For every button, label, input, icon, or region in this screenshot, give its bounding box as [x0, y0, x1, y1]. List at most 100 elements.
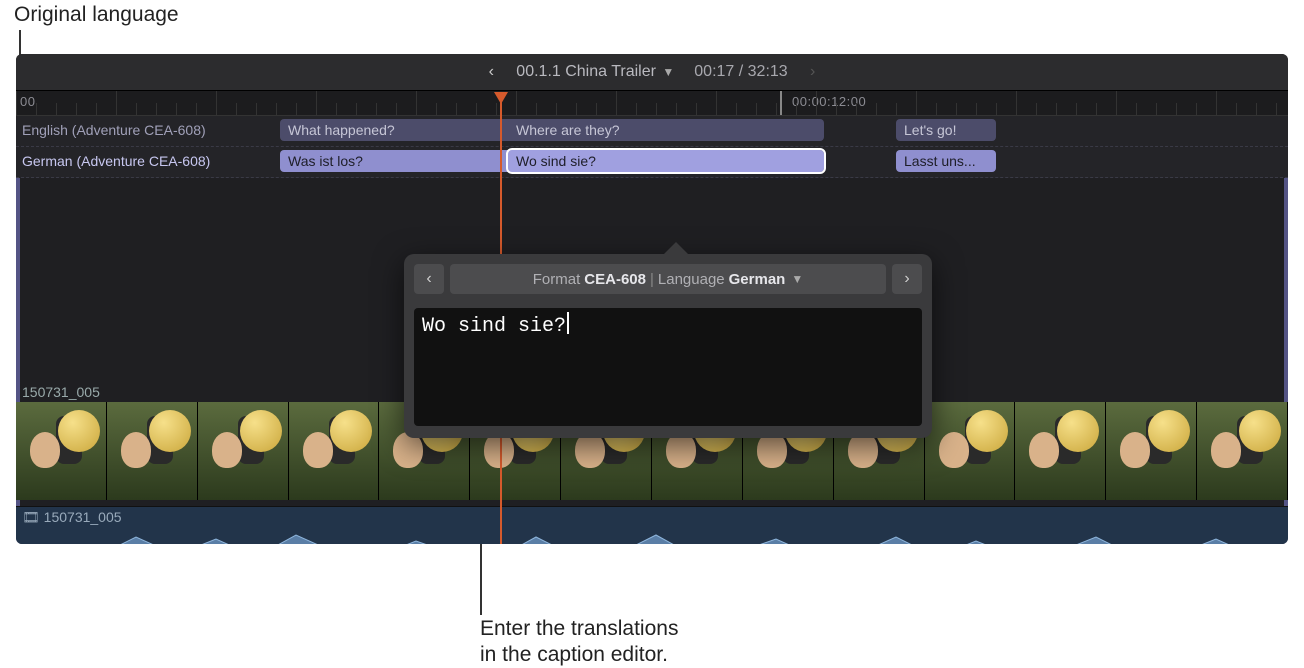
time-ruler[interactable]: 00 00:00:12:00 — [16, 91, 1288, 116]
caption-clip[interactable]: What happened? — [280, 119, 516, 141]
timeline-topbar: ‹ 00.1.1 China Trailer ▼ 00:17 / 32:13 › — [16, 54, 1288, 91]
ruler-tick — [436, 103, 437, 115]
ruler-tick — [1256, 103, 1257, 115]
ruler-tick — [1176, 103, 1177, 115]
caption-text-editor[interactable]: Wo sind sie? — [414, 308, 922, 426]
caption-text: Wo sind sie? — [422, 315, 566, 338]
thumbnail — [107, 402, 198, 500]
ruler-tick — [1076, 103, 1077, 115]
ruler-tick — [176, 103, 177, 115]
ruler-tick — [1036, 103, 1037, 115]
format-label: Format — [533, 271, 581, 288]
ruler-tick — [676, 103, 677, 115]
project-title: 00.1.1 China Trailer — [516, 63, 656, 80]
caption-lane-german[interactable]: German (Adventure CEA-608) Was ist los? … — [16, 147, 1288, 178]
ruler-tick — [316, 91, 317, 115]
filmstrip-icon: 🎞︎ — [22, 509, 40, 525]
caption-clip[interactable]: Where are they? — [508, 119, 824, 141]
callout-original-language: Original language — [14, 2, 179, 28]
ruler-label: 00 — [20, 94, 35, 109]
ruler-tick — [136, 103, 137, 115]
ruler-tick — [396, 103, 397, 115]
chevron-down-icon: ▼ — [662, 65, 674, 79]
ruler-tick — [596, 103, 597, 115]
format-value: CEA-608 — [584, 271, 646, 288]
ruler-tick — [576, 103, 577, 115]
ruler-tick — [416, 91, 417, 115]
callout-enter-translations: Enter the translations in the caption ed… — [480, 616, 678, 668]
caption-lane-english[interactable]: English (Adventure CEA-608) What happene… — [16, 116, 1288, 147]
ruler-tick — [996, 103, 997, 115]
ruler-tick — [936, 103, 937, 115]
timeline-panel: ‹ 00.1.1 China Trailer ▼ 00:17 / 32:13 ›… — [16, 54, 1288, 544]
ruler-tick — [156, 103, 157, 115]
ruler-tick — [1096, 103, 1097, 115]
ruler-tick — [856, 103, 857, 115]
thumbnail — [289, 402, 380, 500]
callout-text-line: in the caption editor. — [480, 642, 678, 668]
ruler-tick — [776, 103, 777, 115]
ruler-tick — [296, 103, 297, 115]
caption-clip-selected[interactable]: Wo sind sie? — [508, 150, 824, 172]
ruler-tick — [56, 103, 57, 115]
next-caption-button[interactable]: › — [892, 264, 922, 294]
lane-label: English (Adventure CEA-608) — [22, 122, 206, 138]
ruler-tick — [956, 103, 957, 115]
ruler-tick — [1016, 91, 1017, 115]
prev-caption-button[interactable]: ‹ — [414, 264, 444, 294]
chevron-down-icon: ▼ — [791, 272, 803, 286]
language-label: Language — [658, 271, 725, 288]
audio-waveform: 🎞︎ 150731_005 — [16, 506, 1288, 544]
ruler-tick — [1056, 103, 1057, 115]
ruler-tick — [616, 91, 617, 115]
project-title-dropdown[interactable]: 00.1.1 China Trailer ▼ — [516, 63, 674, 81]
ruler-tick — [276, 103, 277, 115]
thumbnail — [1106, 402, 1197, 500]
ruler-tick — [696, 103, 697, 115]
caption-format-language-dropdown[interactable]: Format CEA-608 | Language German ▼ — [450, 264, 886, 294]
ruler-tick — [876, 103, 877, 115]
ruler-tick — [896, 103, 897, 115]
ruler-tick — [816, 91, 817, 115]
ruler-tick — [1216, 91, 1217, 115]
ruler-tick — [976, 103, 977, 115]
popover-header: ‹ Format CEA-608 | Language German ▼ › — [404, 254, 932, 304]
ruler-tick — [96, 103, 97, 115]
audio-clip-name: 150731_005 — [44, 509, 122, 525]
timecode-display: 00:17 / 32:13 — [694, 63, 787, 81]
ruler-tick — [116, 91, 117, 115]
ruler-tick — [376, 103, 377, 115]
ruler-tick — [536, 103, 537, 115]
ruler-tick — [196, 103, 197, 115]
thumbnail — [1015, 402, 1106, 500]
text-cursor-icon — [567, 312, 569, 334]
ruler-major-tick — [780, 91, 782, 115]
ruler-tick — [556, 103, 557, 115]
ruler-tick — [1276, 103, 1277, 115]
audio-clip-label: 🎞︎ 150731_005 — [22, 509, 122, 526]
ruler-tick — [1136, 103, 1137, 115]
ruler-tick — [16, 91, 17, 115]
ruler-tick — [456, 103, 457, 115]
caption-clip[interactable]: Was ist los? — [280, 150, 516, 172]
ruler-tick — [496, 103, 497, 115]
thumbnail — [1197, 402, 1288, 500]
caption-clip[interactable]: Let's go! — [896, 119, 996, 141]
history-forward-button[interactable]: › — [800, 59, 826, 85]
ruler-tick — [216, 91, 217, 115]
ruler-tick — [1156, 103, 1157, 115]
ruler-tick — [516, 91, 517, 115]
history-back-button[interactable]: ‹ — [478, 59, 504, 85]
callout-text-line: Enter the translations — [480, 616, 678, 642]
ruler-tick — [1236, 103, 1237, 115]
caption-clip[interactable]: Lasst uns... — [896, 150, 996, 172]
ruler-tick — [796, 103, 797, 115]
ruler-tick — [1116, 91, 1117, 115]
audio-track[interactable]: 🎞︎ 150731_005 — [16, 506, 1288, 544]
ruler-tick — [36, 103, 37, 115]
ruler-tick — [916, 91, 917, 115]
ruler-tick — [756, 103, 757, 115]
thumbnail — [925, 402, 1016, 500]
thumbnail — [16, 402, 107, 500]
ruler-tick — [636, 103, 637, 115]
